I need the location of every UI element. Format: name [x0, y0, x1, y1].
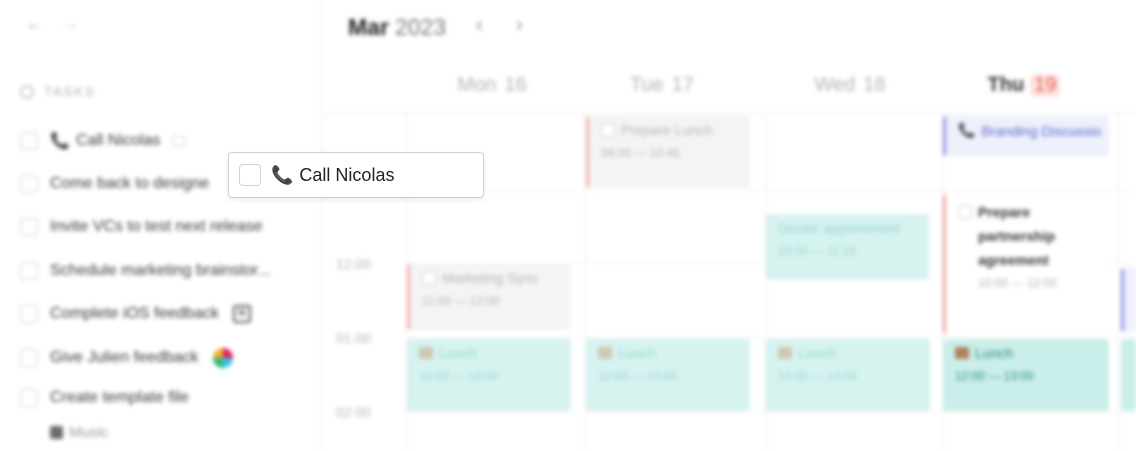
- task-label: Come back to designe: [50, 175, 210, 192]
- dragged-task-ghost[interactable]: 📞 Call Nicolas: [228, 152, 484, 198]
- event-title: Marketing Sync: [442, 270, 539, 286]
- slack-icon[interactable]: [212, 348, 233, 368]
- event-prepare-lunch[interactable]: Prepare Lunch 09:00 — 10:45: [586, 116, 750, 188]
- day-header-wed[interactable]: Wed 18: [770, 74, 930, 97]
- hour-line: [406, 337, 1136, 338]
- music-icon: [50, 426, 63, 439]
- event-title: Lunch: [618, 345, 657, 361]
- calendar-month-title: Mar 2023: [348, 14, 446, 41]
- task-item[interactable]: Invite VCs to test next release: [20, 218, 263, 236]
- subtask-label: Music: [69, 424, 109, 441]
- ghost-checkbox[interactable]: [239, 164, 261, 186]
- task-checkbox[interactable]: [20, 305, 38, 323]
- event-doctor-appointment[interactable]: Doctor appointment 10:30 — 11:15: [766, 214, 929, 280]
- task-item[interactable]: Schedule marketing brainstor...: [20, 262, 271, 280]
- task-label: Create template file: [50, 389, 189, 406]
- event-time-range: 10:30 — 11:15: [778, 244, 856, 258]
- task-item[interactable]: Complete iOS feedback N: [20, 305, 251, 323]
- tasks-section-header[interactable]: TASKS: [20, 84, 96, 99]
- task-checkbox[interactable]: [20, 389, 38, 407]
- task-checkbox[interactable]: [20, 262, 38, 280]
- task-item[interactable]: 📞 Call Nicolas: [20, 131, 187, 151]
- task-item[interactable]: Come back to designe: [20, 175, 209, 193]
- task-label: Complete iOS feedback: [50, 305, 219, 322]
- day-name: Wed: [814, 74, 856, 96]
- back-arrow-icon[interactable]: ←: [26, 16, 42, 34]
- event-time-range: 10:00 — 12:00: [978, 276, 1057, 290]
- event-lunch-thu[interactable]: Lunch 12:00 — 13:00: [943, 339, 1109, 411]
- tasks-label: TASKS: [44, 84, 96, 99]
- event-time-range: 09:00 — 10:45: [601, 146, 680, 160]
- hour-line: [406, 190, 1136, 191]
- next-week-button[interactable]: ›: [516, 14, 523, 37]
- event-title: Lunch: [439, 345, 478, 361]
- day-name: Mon: [457, 74, 497, 96]
- event-title: Lunch: [798, 345, 837, 361]
- event-lunch-wed[interactable]: Lunch 12:00 — 13:00: [766, 339, 930, 411]
- event-time-range: 12:00 — 13:00: [598, 369, 677, 383]
- event-lunch-tue[interactable]: Lunch 12:00 — 13:00: [586, 339, 750, 411]
- event-title: Lunch: [975, 345, 1014, 361]
- time-label: 12:00: [336, 256, 372, 272]
- event-checkbox[interactable]: [601, 123, 615, 137]
- task-label: Invite VCs to test next release: [50, 218, 263, 235]
- time-label: 02:00: [336, 404, 372, 420]
- phone-icon: 📞: [958, 122, 976, 138]
- event-partial-friday-lunch[interactable]: [1121, 339, 1136, 411]
- month-label: Mar: [348, 14, 389, 40]
- hour-line: [406, 412, 1136, 413]
- today-number-badge: 19: [1030, 74, 1061, 97]
- event-checkbox[interactable]: [958, 205, 972, 219]
- tasks-circle-icon: [20, 84, 34, 99]
- chat-icon[interactable]: [172, 135, 187, 147]
- event-title: Prepare partnership agreement: [978, 204, 1056, 268]
- event-checkbox[interactable]: [422, 271, 436, 285]
- day-number: 18: [863, 74, 886, 96]
- prev-week-button[interactable]: ‹: [476, 14, 483, 37]
- event-time-range: 12:00 — 13:00: [419, 369, 498, 383]
- event-title: Doctor appointment: [778, 220, 901, 236]
- event-prepare-partnership[interactable]: Prepare partnership agreement 10:00 — 12…: [943, 194, 1109, 334]
- task-sidebar: ← → TASKS 📞 Call Nicolas Come back to de…: [0, 0, 323, 451]
- day-header-mon[interactable]: Mon 16: [412, 74, 572, 97]
- task-item[interactable]: Create template file: [20, 389, 189, 407]
- lunch-icon: [955, 347, 969, 359]
- day-header-thu[interactable]: Thu 19: [944, 74, 1104, 97]
- day-header-tue[interactable]: Tue 17: [582, 74, 742, 97]
- event-lunch-mon[interactable]: Lunch 12:00 — 13:00: [407, 339, 571, 411]
- year-label: 2023: [394, 14, 447, 40]
- phone-icon: 📞: [50, 133, 70, 150]
- task-label: Call Nicolas: [75, 132, 161, 149]
- day-number: 17: [671, 74, 694, 96]
- task-checkbox[interactable]: [20, 175, 38, 193]
- event-partial-friday[interactable]: [1121, 268, 1136, 332]
- event-title: Branding Discussio: [981, 122, 1102, 139]
- task-label: Give Julien feedback: [50, 349, 199, 366]
- day-name: Tue: [630, 74, 664, 96]
- event-time-range: 12:00 — 13:00: [778, 369, 857, 383]
- day-number: 16: [504, 74, 527, 96]
- column-divider: [1118, 113, 1119, 451]
- lunch-icon: [419, 347, 433, 359]
- event-time-range: 12:00 — 13:00: [955, 369, 1034, 383]
- ghost-label: Call Nicolas: [299, 164, 395, 185]
- event-marketing-sync[interactable]: Marketing Sync 11:00 — 12:00: [407, 264, 571, 330]
- phone-icon: 📞: [271, 164, 294, 185]
- notion-icon[interactable]: N: [232, 305, 251, 323]
- header-divider: [323, 113, 1136, 114]
- lunch-icon: [778, 347, 792, 359]
- task-checkbox[interactable]: [20, 349, 38, 367]
- lunch-icon: [598, 347, 612, 359]
- task-checkbox[interactable]: [20, 132, 38, 150]
- task-checkbox[interactable]: [20, 218, 38, 236]
- task-item[interactable]: Give Julien feedback: [20, 348, 233, 368]
- day-name: Thu: [987, 74, 1025, 96]
- event-title: Prepare Lunch: [621, 122, 713, 138]
- task-label: Schedule marketing brainstor...: [50, 262, 271, 279]
- subtask-tag[interactable]: Music: [50, 424, 108, 441]
- time-label: 01:00: [336, 330, 372, 346]
- forward-arrow-icon[interactable]: →: [62, 16, 78, 34]
- event-time-range: 11:00 — 12:00: [422, 294, 500, 308]
- event-branding-discussion[interactable]: 📞 Branding Discussio: [943, 116, 1109, 156]
